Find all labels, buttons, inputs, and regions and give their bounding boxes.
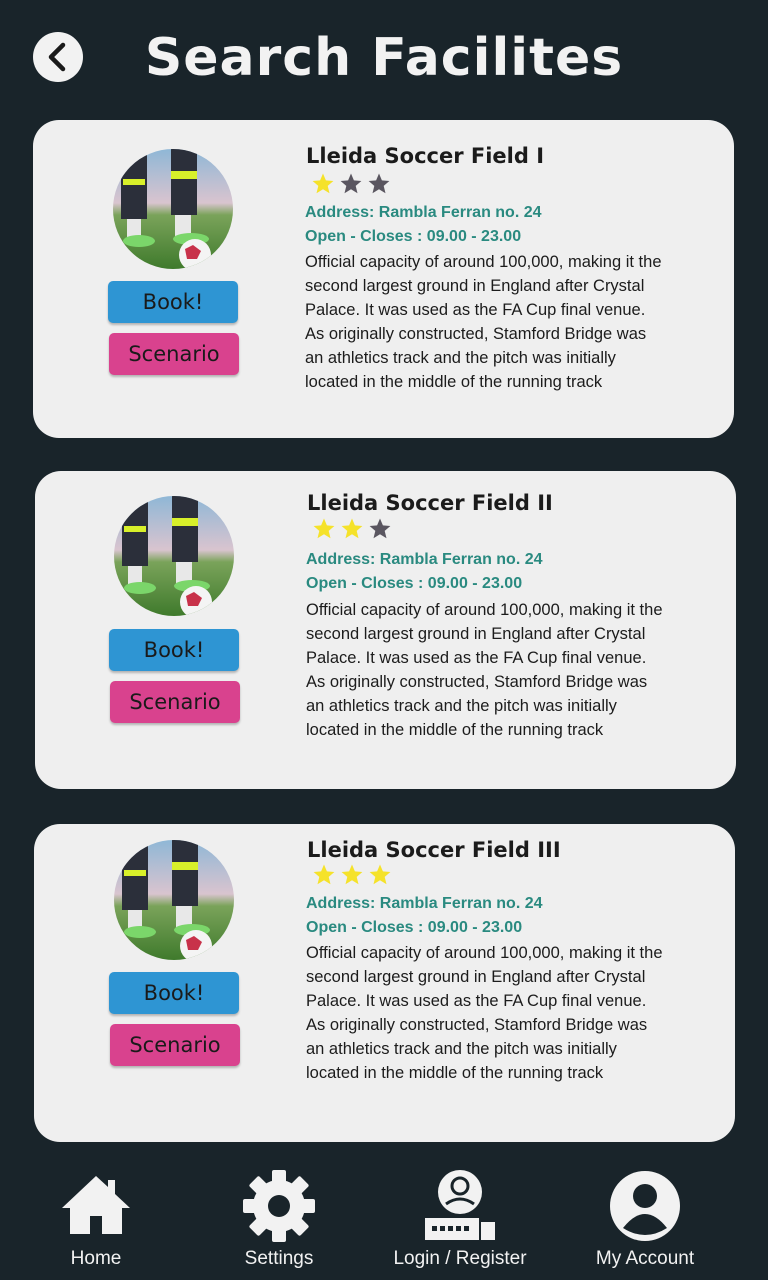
page-title: Search Facilites: [144, 28, 624, 88]
star-filled-icon: [341, 864, 363, 885]
header: Search Facilites: [0, 0, 768, 120]
login-icon: [425, 1170, 495, 1240]
facility-name: Lleida Soccer Field I: [306, 144, 545, 168]
facility-address: Address: Rambla Ferran no. 24: [306, 895, 543, 912]
facility-photo: [114, 496, 234, 616]
nav-account-label: My Account: [595, 1248, 695, 1269]
facility-photo: [113, 149, 233, 269]
facility-hours: Open - Closes : 09.00 - 23.00: [305, 228, 522, 245]
rating-stars: [311, 172, 391, 196]
facility-hours: Open - Closes : 09.00 - 23.00: [306, 919, 523, 936]
star-filled-icon: [313, 864, 335, 885]
facility-address: Address: Rambla Ferran no. 24: [305, 204, 542, 221]
scenario-button[interactable]: Scenario: [110, 1024, 240, 1066]
home-icon: [62, 1176, 130, 1234]
facility-photo: [114, 840, 234, 960]
account-icon: [610, 1171, 680, 1241]
nav-account[interactable]: My Account: [580, 1160, 710, 1280]
facility-description: Official capacity of around 100,000, mak…: [306, 601, 663, 739]
book-button[interactable]: Book!: [108, 281, 238, 323]
facility-description: Official capacity of around 100,000, mak…: [306, 944, 663, 1082]
scenario-button[interactable]: Scenario: [109, 333, 239, 375]
nav-settings[interactable]: Settings: [229, 1160, 329, 1280]
star-empty-icon: [369, 518, 391, 539]
facility-description: Official capacity of around 100,000, mak…: [305, 253, 662, 391]
nav-settings-label: Settings: [244, 1248, 314, 1269]
gear-icon: [243, 1170, 315, 1242]
facility-address: Address: Rambla Ferran no. 24: [306, 551, 543, 568]
facility-card: Book! Scenario Lleida Soccer Field II Ad…: [35, 471, 736, 789]
facility-card: Book! Scenario Lleida Soccer Field I Add…: [33, 120, 734, 438]
nav-login-label: Login / Register: [393, 1248, 527, 1269]
facility-name: Lleida Soccer Field II: [307, 491, 553, 515]
nav-login[interactable]: Login / Register: [385, 1160, 535, 1280]
rating-stars: [312, 517, 392, 541]
book-button[interactable]: Book!: [109, 629, 239, 671]
star-empty-icon: [368, 173, 390, 194]
bottom-nav: Home Settings Login / Register My Accoun…: [0, 1160, 768, 1280]
facility-hours: Open - Closes : 09.00 - 23.00: [306, 575, 523, 592]
star-filled-icon: [341, 518, 363, 539]
star-empty-icon: [340, 173, 362, 194]
facility-name: Lleida Soccer Field III: [307, 838, 561, 862]
nav-home[interactable]: Home: [46, 1160, 146, 1280]
rating-stars: [312, 863, 392, 887]
star-filled-icon: [313, 518, 335, 539]
facility-card: Book! Scenario Lleida Soccer Field III A…: [34, 824, 735, 1142]
nav-home-label: Home: [70, 1248, 122, 1269]
scenario-button[interactable]: Scenario: [110, 681, 240, 723]
book-button[interactable]: Book!: [109, 972, 239, 1014]
star-filled-icon: [312, 173, 334, 194]
star-filled-icon: [369, 864, 391, 885]
